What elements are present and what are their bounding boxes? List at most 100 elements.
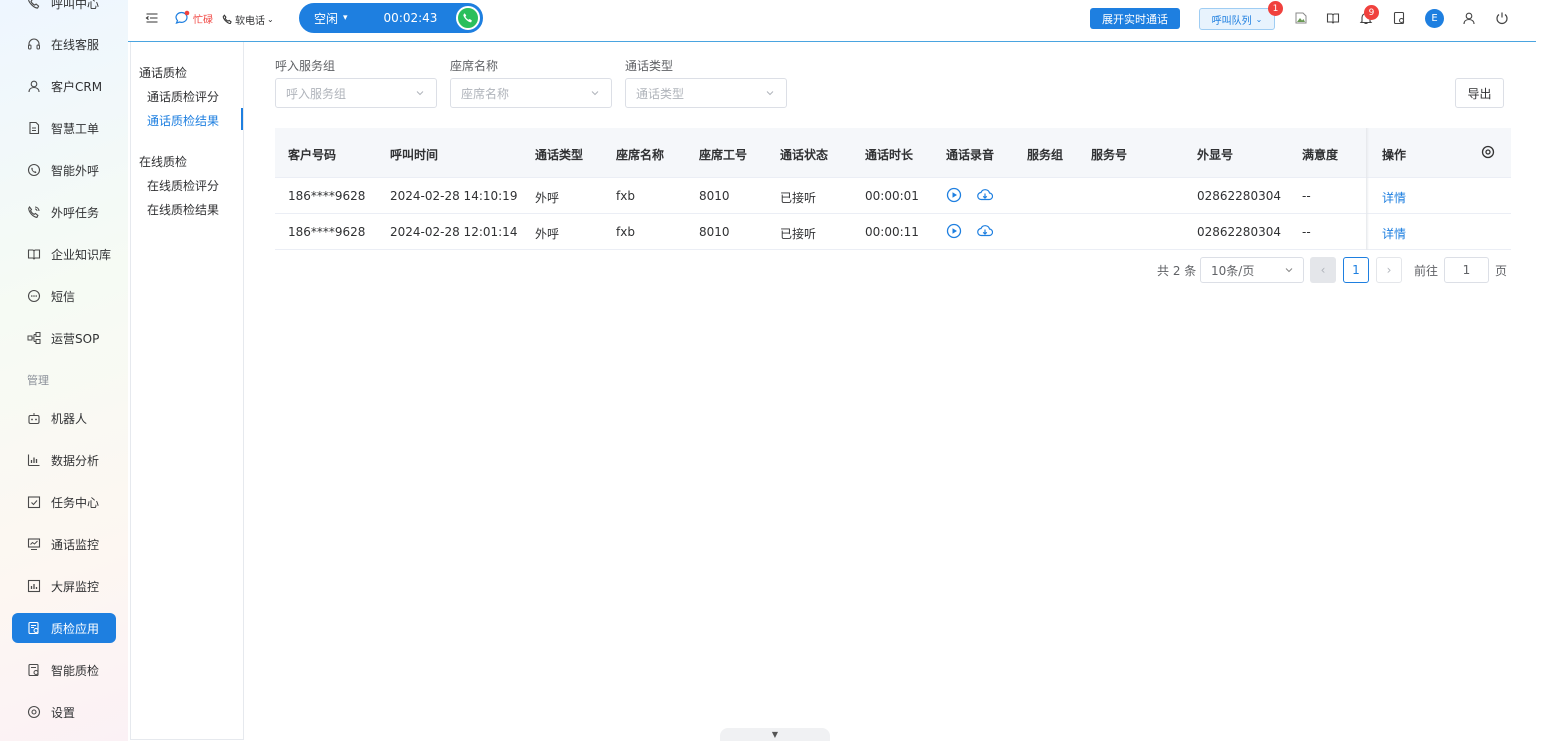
cell-call-duration: 00:00:11: [865, 225, 919, 239]
sidebar-item-label: 智能质检: [51, 663, 100, 678]
top-bar: 忙碌 软电话 ⌄ 空闲 ▾ 00:02:43 展开实时通话 呼叫队列 ⌄ 1 9…: [128, 0, 1536, 42]
column-header: 通话时长: [865, 148, 914, 162]
next-page-button[interactable]: ›: [1376, 257, 1402, 283]
subnav-item-online-qc-result[interactable]: 在线质检结果: [147, 201, 219, 218]
sidebar-item-smart-qc[interactable]: 智能质检: [12, 655, 116, 685]
subnav-item-online-qc-score[interactable]: 在线质检评分: [147, 177, 219, 194]
clipboard-icon[interactable]: [1392, 11, 1406, 25]
sidebar-item-online-service[interactable]: 在线客服: [12, 29, 116, 59]
sidebar-item-sop[interactable]: 运营SOP: [12, 323, 116, 353]
agent-name-select[interactable]: 座席名称: [450, 78, 612, 108]
download-icon[interactable]: [977, 223, 994, 239]
busy-label: 忙碌: [193, 14, 213, 26]
headset-icon: [27, 37, 41, 51]
app-root: 呼叫中心 在线客服 客户CRM 智慧工单 智能外呼 外呼任务 企业知识库 短信: [0, 0, 1556, 741]
user-icon[interactable]: [1462, 11, 1476, 25]
triangle-down-icon: ▼: [771, 730, 779, 739]
phone-icon: [222, 14, 233, 25]
cell-call-time: 2024-02-28 14:10:19: [390, 189, 518, 203]
cell-customer-number: 186****9628: [288, 225, 366, 239]
column-header: 服务号: [1091, 148, 1128, 162]
settings-icon: [27, 705, 41, 719]
menu-fold-icon[interactable]: [145, 11, 159, 25]
sidebar-item-label: 数据分析: [51, 453, 100, 468]
sidebar-item-crm[interactable]: 客户CRM: [12, 71, 116, 101]
sidebar-item-work-order[interactable]: 智慧工单: [12, 113, 116, 143]
subnav-item-call-qc-result[interactable]: 通话质检结果: [147, 112, 219, 129]
subnav-item-call-qc-score[interactable]: 通话质检评分: [147, 88, 219, 105]
chevron-down-icon: [1283, 264, 1295, 279]
chevron-down-icon: [589, 87, 601, 99]
cell-agent-name: fxb: [616, 225, 635, 239]
sidebar-item-qc-app[interactable]: 质检应用: [12, 613, 116, 643]
collapse-panel-tab[interactable]: ▼: [720, 728, 830, 741]
cell-call-type: 外呼: [535, 191, 560, 205]
agent-status-pill[interactable]: 空闲 ▾ 00:02:43: [299, 3, 483, 33]
download-icon[interactable]: [977, 187, 994, 203]
table-row: 186****9628 2024-02-28 14:10:19 外呼 fxb 8…: [275, 178, 1511, 214]
busy-status[interactable]: 忙碌: [174, 10, 213, 26]
dashboard-icon: [27, 579, 41, 593]
sidebar-item-label: 设置: [51, 705, 76, 720]
prev-page-button[interactable]: ‹: [1310, 257, 1336, 283]
answer-call-button[interactable]: [456, 6, 480, 30]
sidebar-item-task-center[interactable]: 任务中心: [12, 487, 116, 517]
softphone-label: 软电话: [235, 16, 265, 27]
power-icon[interactable]: [1495, 11, 1509, 25]
sidebar-item-call-monitor[interactable]: 通话监控: [12, 529, 116, 559]
chevron-down-icon: ⌄: [1255, 14, 1263, 24]
column-header: 座席名称: [616, 148, 665, 162]
column-header: 客户号码: [288, 148, 337, 162]
column-header: 呼叫时间: [390, 148, 439, 162]
sidebar-item-knowledge-base[interactable]: 企业知识库: [12, 239, 116, 269]
user-icon: [27, 79, 41, 93]
cell-display-number: 02862280304: [1197, 225, 1281, 239]
column-settings-icon[interactable]: [1481, 145, 1495, 159]
phone-icon: [27, 0, 41, 10]
cell-agent-id: 8010: [699, 225, 730, 239]
avatar[interactable]: E: [1425, 9, 1444, 28]
service-group-placeholder: 呼入服务组: [286, 86, 347, 101]
page-size-value: 10条/页: [1211, 263, 1255, 278]
cell-agent-id: 8010: [699, 189, 730, 203]
sidebar-item-data-analysis[interactable]: 数据分析: [12, 445, 116, 475]
subnav-active-indicator: [241, 108, 243, 130]
call-timer: 00:02:43: [383, 11, 438, 25]
sidebar-item-label: 智能外呼: [51, 163, 100, 178]
flow-icon: [27, 331, 41, 345]
book-icon[interactable]: [1326, 11, 1340, 25]
goto-label: 前往: [1414, 263, 1439, 278]
sidebar-item-sms[interactable]: 短信: [12, 281, 116, 311]
cell-agent-name: fxb: [616, 189, 635, 203]
broken-image-icon: [1294, 11, 1308, 25]
call-type-select[interactable]: 通话类型: [625, 78, 787, 108]
sidebar-item-big-screen[interactable]: 大屏监控: [12, 571, 116, 601]
document-icon: [27, 121, 41, 135]
sidebar-item-call-center[interactable]: 呼叫中心: [12, 0, 116, 18]
detail-link[interactable]: 详情: [1382, 189, 1406, 206]
column-header: 座席工号: [699, 148, 748, 162]
softphone-dropdown[interactable]: 软电话 ⌄: [222, 12, 274, 27]
goto-page-input[interactable]: 1: [1444, 257, 1489, 283]
page-number-button[interactable]: 1: [1343, 257, 1369, 283]
sidebar-item-label: 质检应用: [51, 621, 100, 636]
export-button[interactable]: 导出: [1455, 78, 1504, 108]
sidebar-item-outbound-task[interactable]: 外呼任务: [12, 197, 116, 227]
call-queue-button[interactable]: 呼叫队列 ⌄: [1199, 8, 1275, 30]
page-size-select[interactable]: 10条/页: [1200, 257, 1304, 283]
pagination-total: 共 2 条: [1157, 263, 1197, 278]
detail-link[interactable]: 详情: [1382, 225, 1406, 242]
sidebar-item-smart-outbound[interactable]: 智能外呼: [12, 155, 116, 185]
column-header: 满意度: [1302, 148, 1339, 162]
chevron-down-icon: [414, 87, 426, 99]
cell-satisfaction: --: [1302, 225, 1311, 239]
sidebar-item-robot[interactable]: 机器人: [12, 403, 116, 433]
sidebar-item-label: 外呼任务: [51, 205, 100, 220]
sidebar-item-settings[interactable]: 设置: [12, 697, 116, 727]
expand-realtime-call-button[interactable]: 展开实时通话: [1090, 8, 1180, 29]
column-header: 服务组: [1027, 148, 1064, 162]
notification-badge: 9: [1364, 5, 1379, 20]
play-icon[interactable]: [946, 223, 962, 239]
service-group-select[interactable]: 呼入服务组: [275, 78, 437, 108]
play-icon[interactable]: [946, 187, 962, 203]
